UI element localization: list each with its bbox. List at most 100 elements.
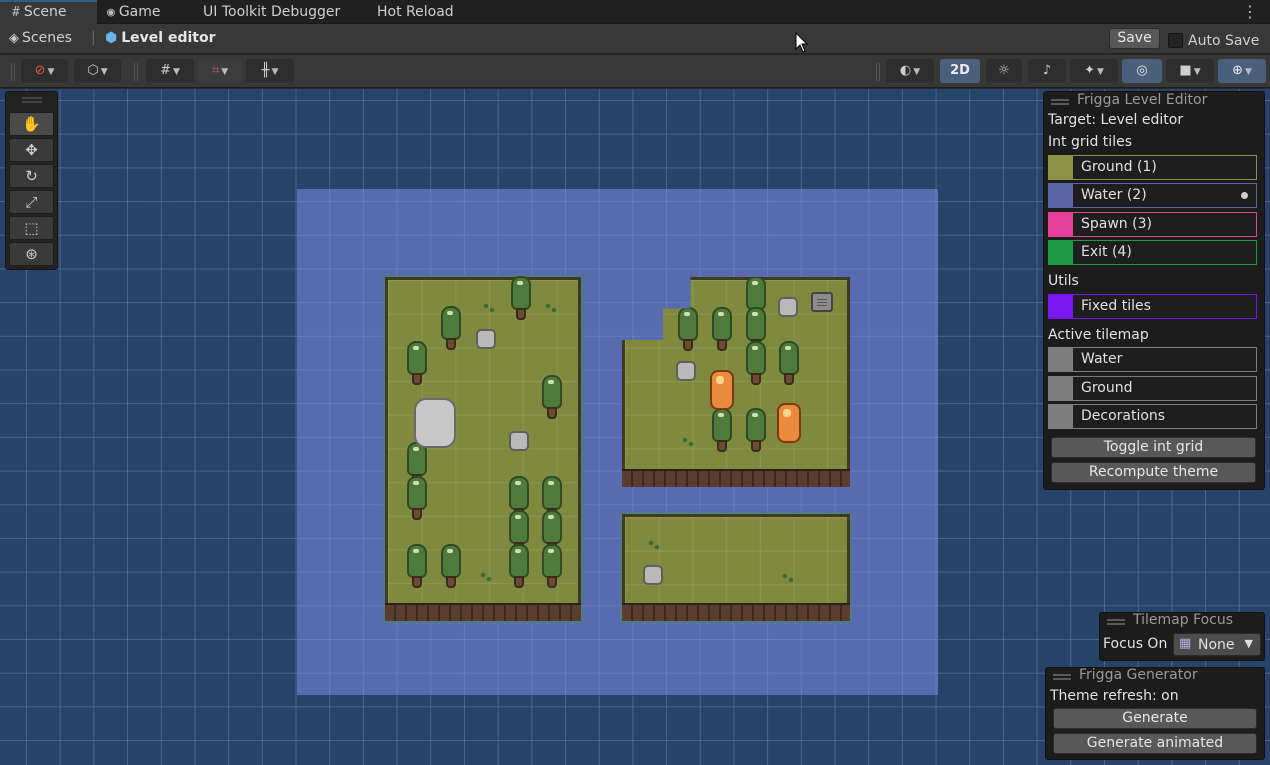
save-button[interactable]: Save (1109, 28, 1160, 49)
increment-snap-button[interactable]: ⌗ ▼ (198, 59, 242, 83)
render-cube-icon: ⬡ (87, 63, 99, 78)
breadcrumb-scenes-label: Scenes (22, 30, 72, 46)
tile-swatch (1049, 241, 1073, 264)
visibility-toggle[interactable]: ◎ (1122, 59, 1162, 83)
int-grid-tile-water[interactable]: Water (2) (1048, 183, 1257, 208)
tree (441, 544, 461, 588)
overlay-grip[interactable] (1053, 674, 1071, 680)
grass-tuft (480, 572, 492, 582)
level-editor-panel (1043, 91, 1265, 490)
tree (407, 341, 427, 385)
rotate-tool-button[interactable]: ↻ (9, 164, 54, 188)
tile-label: Exit (4) (1081, 244, 1132, 260)
tile-swatch (1049, 295, 1073, 318)
rect-tool-button[interactable]: ⬚ (9, 216, 54, 240)
tree (542, 544, 562, 588)
generate-button[interactable]: Generate (1053, 708, 1257, 729)
rock (643, 565, 663, 585)
ruler-button[interactable]: ╫ ▼ (246, 59, 294, 83)
tilemap-focus-title: Tilemap Focus (1133, 612, 1234, 628)
generator-title: Frigga Generator (1079, 667, 1198, 683)
more-options-icon[interactable]: ⋮ (1242, 2, 1258, 21)
generate-animated-button[interactable]: Generate animated (1053, 733, 1257, 754)
overlay-grip[interactable] (21, 97, 42, 103)
tilemap-decorations[interactable]: Decorations (1048, 404, 1257, 429)
grass-tuft (648, 540, 660, 550)
cliff-edge (622, 603, 850, 621)
rect-icon: ⬚ (24, 219, 39, 237)
overlay-grip[interactable] (1051, 99, 1069, 105)
tab-scene[interactable]: # Scene (0, 0, 97, 24)
breadcrumb-separator: | (91, 30, 96, 46)
target-label: Target: Level editor (1048, 112, 1184, 128)
unity-logo-icon: ◈ (9, 31, 19, 46)
tile-swatch (1049, 348, 1073, 371)
tile-label: Water (1081, 351, 1123, 367)
tab-scene-label: Scene (23, 4, 67, 20)
tile-label: Fixed tiles (1081, 298, 1151, 314)
grid-icon: # (160, 63, 171, 78)
tile-label: Ground (1) (1081, 159, 1157, 175)
hand-icon: ✋ (22, 115, 41, 133)
lighting-toggle[interactable]: ☼ (986, 59, 1022, 83)
tree (509, 544, 529, 588)
cube-icon: ⬢ (105, 30, 118, 46)
tree (511, 276, 531, 320)
cliff-edge (385, 603, 581, 621)
chevron-down-icon: ▼ (100, 67, 108, 77)
breadcrumb-level-editor[interactable]: ⬢ Level editor (105, 30, 215, 46)
scale-icon: ⤢ (25, 193, 38, 211)
focus-on-dropdown[interactable]: ▦ None ▼ (1173, 633, 1261, 656)
render-mode-button[interactable]: ⬡ ▼ (74, 59, 121, 83)
toggle-int-grid-button[interactable]: Toggle int grid (1051, 437, 1256, 458)
editor-tab-bar: # Scene ◉ Game UI Toolkit Debugger Hot Rel… (0, 0, 1270, 24)
tab-game[interactable]: ◉ Game (107, 0, 192, 24)
breadcrumb-scenes[interactable]: ◈ Scenes (9, 30, 72, 46)
draw-mode-button[interactable]: ⊘ ▼ (21, 59, 68, 83)
tile-swatch (1049, 213, 1073, 236)
tab-hot-reload[interactable]: Hot Reload (377, 0, 467, 24)
tree (712, 307, 732, 351)
chevron-down-icon: ▼ (1244, 67, 1252, 77)
boulder (414, 398, 456, 448)
gizmos-button[interactable]: ⊕ ▼ (1218, 59, 1266, 83)
island-bottom-right (622, 514, 850, 621)
tree (407, 544, 427, 588)
auto-save-checkbox[interactable] (1168, 33, 1183, 48)
mode-2d-toggle[interactable]: 2D (940, 59, 980, 83)
tile-label: Decorations (1081, 408, 1166, 424)
tile-swatch (1049, 377, 1073, 400)
int-grid-tile-spawn[interactable]: Spawn (3) (1048, 212, 1257, 237)
int-grid-tile-exit[interactable]: Exit (4) (1048, 240, 1257, 265)
orientation-button[interactable]: ◐ ▼ (886, 59, 934, 83)
rock (676, 361, 696, 381)
orange-crystal (710, 370, 734, 410)
tilemap-icon: ▦ (1179, 636, 1192, 651)
chevron-down-icon: ▼ (172, 67, 180, 77)
tilemap-ground[interactable]: Ground (1048, 376, 1257, 401)
chevron-down-icon: ▼ (221, 67, 229, 77)
camera-button[interactable]: ■ ▼ (1166, 59, 1214, 83)
tree (746, 341, 766, 385)
overlay-grip[interactable] (1107, 619, 1125, 625)
tab-ui-toolkit-debugger[interactable]: UI Toolkit Debugger (203, 0, 363, 24)
grass-tuft (782, 573, 794, 583)
chevron-down-icon: ▼ (47, 67, 55, 77)
int-grid-tile-ground[interactable]: Ground (1) (1048, 155, 1257, 180)
light-icon: ☼ (998, 63, 1010, 78)
transform-tool-button[interactable]: ⊛ (9, 242, 54, 266)
tilemap-water[interactable]: Water (1048, 347, 1257, 372)
level-editor-title: Frigga Level Editor (1077, 92, 1208, 108)
toolbar-grip (876, 63, 880, 81)
hand-tool-button[interactable]: ✋ (9, 112, 54, 136)
move-tool-button[interactable]: ✥ (9, 138, 54, 162)
scale-tool-button[interactable]: ⤢ (9, 190, 54, 214)
grid-snap-button[interactable]: # ▼ (146, 59, 194, 83)
gamepad-icon: ◉ (107, 5, 115, 20)
recompute-theme-button[interactable]: Recompute theme (1051, 462, 1256, 483)
audio-toggle[interactable]: ♪ (1028, 59, 1066, 83)
focus-on-label: Focus On (1103, 636, 1168, 652)
effects-button[interactable]: ✦ ▼ (1070, 59, 1118, 83)
utils-fixed-tiles[interactable]: Fixed tiles (1048, 294, 1257, 319)
tree (678, 307, 698, 351)
